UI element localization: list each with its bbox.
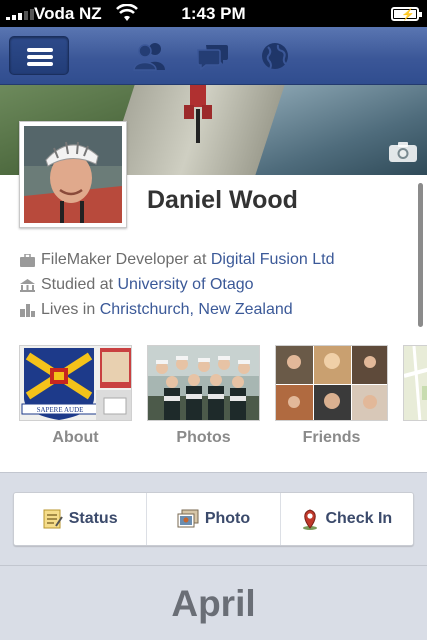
photos-tile[interactable] (147, 345, 260, 421)
group-photo-image (148, 346, 259, 420)
map-image (404, 346, 427, 420)
friends-tile[interactable] (275, 345, 388, 421)
top-navigation-bar (0, 27, 427, 85)
cyclist-figure (184, 85, 212, 143)
work-info: FileMaker Developer at Digital Fusion Lt… (20, 251, 334, 269)
education-prefix: Studied at (41, 276, 118, 293)
work-prefix: FileMaker Developer at (41, 251, 211, 268)
status-note-icon (43, 509, 63, 529)
city-icon (20, 303, 35, 317)
location-info: Lives in Christchurch, New Zealand (20, 301, 293, 319)
status-label: Status (68, 510, 118, 527)
status-button[interactable]: Status (14, 493, 148, 545)
menu-button[interactable] (9, 36, 69, 75)
check-in-button[interactable]: Check In (281, 493, 413, 545)
check-in-label: Check In (325, 510, 393, 527)
about-label: About (52, 429, 99, 446)
photos-label: Photos (176, 429, 231, 446)
school-link[interactable]: University of Otago (118, 276, 254, 293)
profile-photo-image (24, 126, 122, 223)
notifications-globe-icon[interactable] (258, 41, 292, 71)
photo-label: Photo (204, 510, 251, 527)
school-icon (20, 278, 35, 292)
friends-icon[interactable] (133, 41, 167, 71)
camera-icon[interactable] (388, 141, 418, 163)
check-in-pin-icon (303, 509, 318, 530)
city-link[interactable]: Christchurch, New Zealand (100, 301, 293, 318)
timeline-month-header: April (171, 583, 256, 624)
section-divider (0, 472, 427, 473)
map-tile[interactable] (403, 345, 427, 421)
briefcase-icon (20, 253, 35, 267)
status-bar: Voda NZ 1:43 PM ⚡ (0, 0, 427, 27)
location-prefix: Lives in (41, 301, 100, 318)
about-tile[interactable]: SAPERE AUDE (19, 345, 132, 421)
friends-collage-image (276, 346, 387, 420)
profile-picture[interactable] (19, 121, 127, 228)
messages-icon[interactable] (196, 41, 230, 71)
photo-button[interactable]: Photo (147, 493, 281, 545)
employer-link[interactable]: Digital Fusion Ltd (211, 251, 335, 268)
composer-action-bar: Status Photo Check In (13, 492, 414, 546)
vertical-scrollbar[interactable] (418, 183, 423, 327)
education-info: Studied at University of Otago (20, 276, 254, 294)
university-crest-image: SAPERE AUDE (20, 346, 131, 420)
profile-name: Daniel Wood (147, 186, 298, 214)
clock: 1:43 PM (181, 4, 246, 23)
crest-motto: SAPERE AUDE (37, 406, 84, 414)
photo-icon (177, 509, 199, 528)
battery-icon: ⚡ (391, 7, 422, 21)
friends-label: Friends (302, 429, 361, 446)
timeline-separator (0, 565, 427, 566)
